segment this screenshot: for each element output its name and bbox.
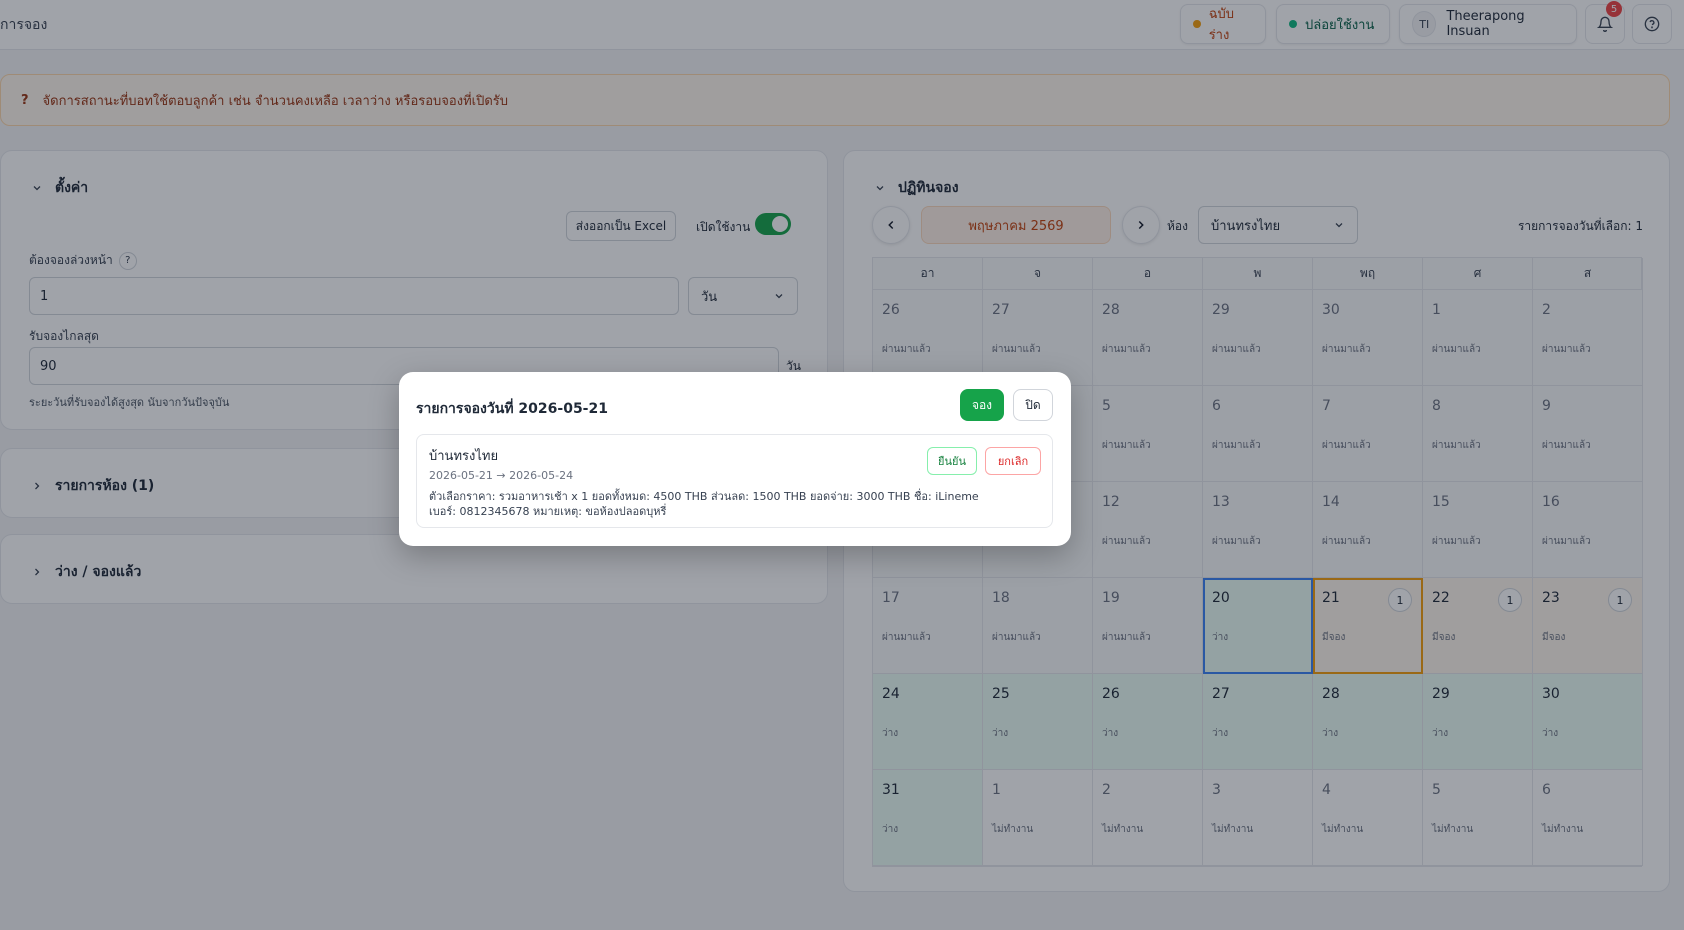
cancel-booking-button[interactable]: ยกเลิก xyxy=(985,447,1041,475)
booking-dates: 2026-05-21 → 2026-05-24 xyxy=(429,469,574,482)
confirm-booking-button[interactable]: ยืนยัน xyxy=(927,447,977,475)
booking-item: บ้านทรงไทย 2026-05-21 → 2026-05-24 ตัวเล… xyxy=(416,434,1053,528)
booking-room: บ้านทรงไทย xyxy=(429,449,499,464)
booking-list-modal: รายการจองวันที่ 2026-05-21 จอง ปิด บ้านท… xyxy=(399,372,1071,546)
book-button[interactable]: จอง xyxy=(960,389,1004,421)
close-button[interactable]: ปิด xyxy=(1013,389,1053,421)
booking-detail: ตัวเลือกราคา: รวมอาหารเช้า x 1 ยอดทั้งหม… xyxy=(429,490,979,518)
modal-title: รายการจองวันที่ 2026-05-21 xyxy=(416,401,608,417)
